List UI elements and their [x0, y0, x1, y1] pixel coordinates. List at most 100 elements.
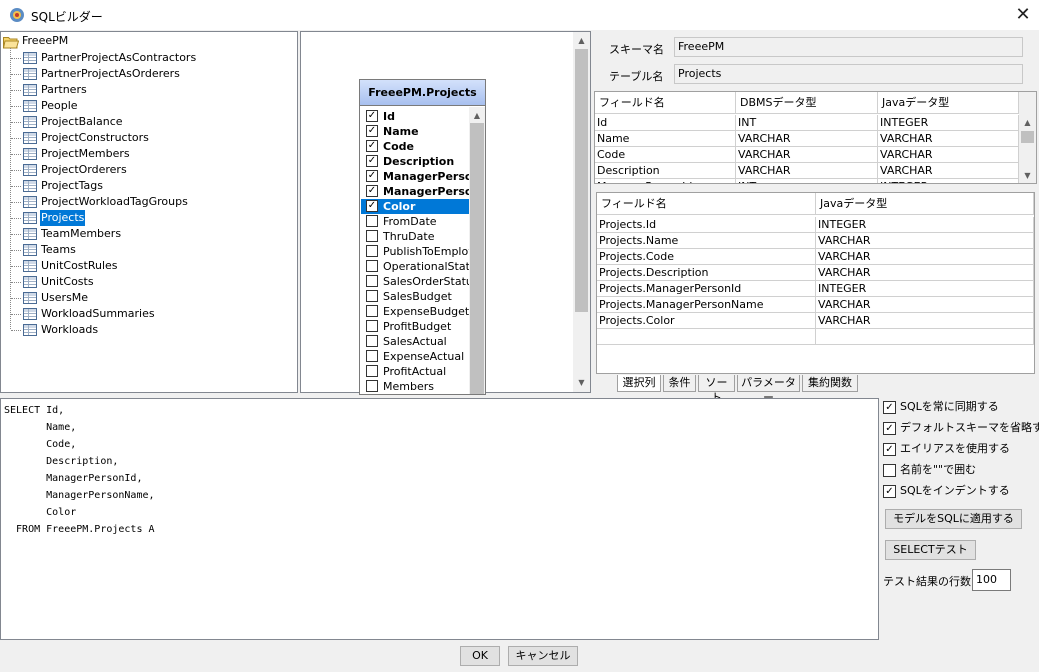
entity-field[interactable]: SalesActual — [361, 334, 469, 349]
field-checkbox[interactable]: ✓ — [366, 185, 378, 197]
field-checkbox[interactable]: ✓ — [366, 140, 378, 152]
tree-item[interactable]: TeamMembers — [1, 226, 281, 242]
field-grid-up-icon[interactable]: ▲ — [1019, 116, 1036, 130]
grid-header[interactable]: フィールド名 — [595, 92, 736, 114]
field-checkbox[interactable]: ✓ — [366, 110, 378, 122]
grid-cell[interactable]: INT — [736, 115, 878, 131]
grid-header[interactable]: Javaデータ型 — [878, 92, 1019, 114]
grid-cell[interactable]: Projects.ManagerPersonName — [597, 297, 816, 313]
grid-cell[interactable]: Projects.Id — [597, 217, 816, 233]
entity-field[interactable]: ✓ Color — [361, 199, 469, 214]
entity-field[interactable]: ✓ ManagerPerson — [361, 184, 469, 199]
tab-item[interactable]: 条件 — [663, 375, 696, 392]
entity-field[interactable]: ProfitActual — [361, 364, 469, 379]
sql-text[interactable]: SELECT Id, Name, Code, Description, Mana… — [4, 402, 155, 538]
tree-item[interactable]: ProjectTags — [1, 178, 281, 194]
tab-item[interactable]: 集約関数 — [802, 375, 858, 392]
entity-field[interactable]: ProfitBudget — [361, 319, 469, 334]
entity-field[interactable]: ThruDate — [361, 229, 469, 244]
scroll-up-icon[interactable]: ▲ — [573, 34, 590, 48]
tree-item[interactable]: UsersMe — [1, 290, 281, 306]
tree-item[interactable]: Teams — [1, 242, 281, 258]
checkbox-box[interactable]: ✓ — [883, 422, 896, 435]
grid-cell[interactable]: VARCHAR — [736, 163, 878, 179]
field-checkbox[interactable] — [366, 350, 378, 362]
entity-field[interactable]: SalesBudget — [361, 289, 469, 304]
entity-field[interactable]: OperationalStatu — [361, 259, 469, 274]
entity-field[interactable]: ✓ Name — [361, 124, 469, 139]
tab-item[interactable]: ソート — [698, 375, 735, 404]
field-grid[interactable]: フィールド名 DBMSデータ型 Javaデータ型 Id INT INTEGER Name VA… — [594, 91, 1037, 184]
grid-empty-cell[interactable] — [597, 329, 816, 345]
grid-cell[interactable]: VARCHAR — [878, 163, 1019, 179]
grid-cell[interactable]: VARCHAR — [736, 147, 878, 163]
tree-item[interactable]: ProjectMembers — [1, 146, 281, 162]
grid-cell[interactable]: Code — [595, 147, 736, 163]
entity-field[interactable]: Members — [361, 379, 469, 394]
tree-item[interactable]: UnitCosts — [1, 274, 281, 290]
apply-model-button[interactable]: モデルをSQLに適用する — [885, 509, 1022, 529]
sql-editor[interactable]: SELECT Id, Name, Code, Description, Mana… — [0, 398, 879, 640]
checkbox-box[interactable]: ✓ — [883, 443, 896, 456]
field-checkbox[interactable]: ✓ — [366, 155, 378, 167]
canvas-scrollbar[interactable]: ▲ ▼ — [573, 32, 590, 392]
grid-cell[interactable]: INT — [736, 179, 878, 183]
entity-scroll-thumb[interactable] — [470, 123, 484, 394]
grid-cell[interactable]: VARCHAR — [816, 313, 1034, 329]
tree-item[interactable]: PartnerProjectAsContractors — [1, 50, 281, 66]
close-icon[interactable]: ✕ — [1008, 3, 1038, 27]
cancel-button[interactable]: キャンセル — [508, 646, 578, 666]
tree-item[interactable]: ProjectConstructors — [1, 130, 281, 146]
checkbox-box[interactable] — [883, 464, 896, 477]
tree-item[interactable]: ProjectBalance — [1, 114, 281, 130]
tree-item[interactable]: Partners — [1, 82, 281, 98]
grid-cell[interactable]: INTEGER — [878, 179, 1019, 183]
scroll-thumb[interactable] — [575, 49, 588, 312]
field-checkbox[interactable] — [366, 335, 378, 347]
grid-cell[interactable]: Projects.Code — [597, 249, 816, 265]
grid-cell[interactable]: VARCHAR — [816, 265, 1034, 281]
field-checkbox[interactable] — [366, 215, 378, 227]
tree-item[interactable]: UnitCostRules — [1, 258, 281, 274]
grid-cell[interactable]: VARCHAR — [816, 297, 1034, 313]
tree-item[interactable]: ProjectOrderers — [1, 162, 281, 178]
grid-cell[interactable]: Projects.Color — [597, 313, 816, 329]
schema-field[interactable]: FreeePM — [674, 37, 1023, 57]
scroll-down-icon[interactable]: ▼ — [573, 376, 590, 390]
field-checkbox[interactable]: ✓ — [366, 200, 378, 212]
test-rows-input[interactable]: 100 — [972, 569, 1011, 591]
field-checkbox[interactable] — [366, 320, 378, 332]
field-grid-thumb[interactable] — [1021, 131, 1034, 143]
tree-item[interactable]: Workloads — [1, 322, 281, 338]
grid-cell[interactable]: VARCHAR — [816, 233, 1034, 249]
entity-scroll-up-icon[interactable]: ▲ — [469, 109, 485, 123]
grid-header[interactable]: フィールド名 — [597, 193, 816, 215]
grid-cell[interactable]: INTEGER — [878, 115, 1019, 131]
tab-item[interactable]: 選択列 — [617, 375, 661, 392]
field-grid-down-icon[interactable]: ▼ — [1019, 169, 1036, 183]
grid-cell[interactable]: Name — [595, 131, 736, 147]
entity-field[interactable]: ExpenseBudget — [361, 304, 469, 319]
tree-item[interactable]: WorkloadSummaries — [1, 306, 281, 322]
field-checkbox[interactable] — [366, 290, 378, 302]
grid-cell[interactable]: INTEGER — [816, 281, 1034, 297]
table-field[interactable]: Projects — [674, 64, 1023, 84]
entity-field[interactable]: ✓ ManagerPerson — [361, 169, 469, 184]
entity-field[interactable]: FromDate — [361, 214, 469, 229]
selected-columns-grid[interactable]: フィールド名 Javaデータ型 Projects.Id INTEGER Projects… — [596, 192, 1035, 374]
field-checkbox[interactable] — [366, 230, 378, 242]
grid-cell[interactable]: Projects.ManagerPersonId — [597, 281, 816, 297]
tree-item[interactable]: PartnerProjectAsOrderers — [1, 66, 281, 82]
grid-cell[interactable]: VARCHAR — [878, 147, 1019, 163]
tree-item[interactable]: People — [1, 98, 281, 114]
entity-field[interactable]: ✓ Code — [361, 139, 469, 154]
grid-cell[interactable]: VARCHAR — [816, 249, 1034, 265]
field-grid-scrollbar[interactable]: ▲ ▼ — [1019, 92, 1036, 183]
field-checkbox[interactable] — [366, 260, 378, 272]
ok-button[interactable]: OK — [460, 646, 500, 666]
entity-box-projects[interactable]: FreeePM.Projects ✓ Id ✓ Name ✓ Code ✓ Descripti… — [359, 79, 486, 395]
field-checkbox[interactable]: ✓ — [366, 125, 378, 137]
tree-item[interactable]: ProjectWorkloadTagGroups — [1, 194, 281, 210]
grid-cell[interactable]: Description — [595, 163, 736, 179]
grid-empty-cell[interactable] — [816, 329, 1034, 345]
